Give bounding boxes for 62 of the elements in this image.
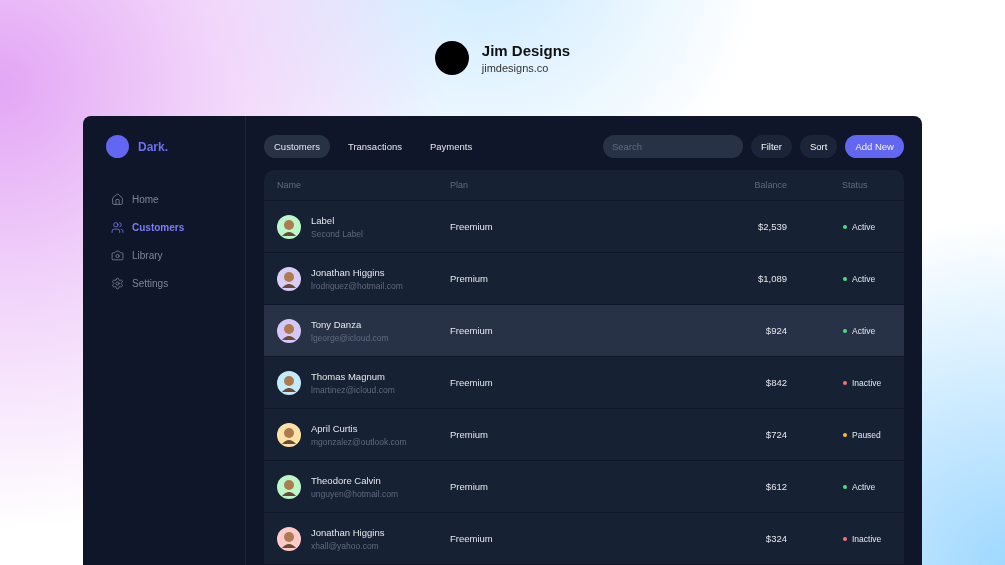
- toolbar-button[interactable]: Sort: [800, 135, 838, 158]
- tab[interactable]: Customers: [264, 135, 330, 158]
- add-button[interactable]: Add New: [845, 135, 904, 158]
- plan-cell: Freemium: [450, 221, 493, 232]
- sidebar-item[interactable]: Settings: [106, 269, 245, 297]
- column-header: Plan: [450, 180, 468, 190]
- balance-cell: $924: [765, 325, 787, 336]
- customer-email: mgonzalez@outlook.com: [311, 436, 407, 447]
- customer-name: Thomas Magnum: [311, 370, 386, 382]
- balance-cell: $842: [765, 377, 787, 388]
- customer-name: Jonathan Higgins: [311, 266, 386, 278]
- toolbar-button[interactable]: Filter: [750, 135, 792, 158]
- plan-cell: Freemium: [450, 325, 493, 336]
- plan-cell: Premium: [450, 273, 488, 284]
- balance-cell: $2,539: [757, 221, 787, 232]
- customer-name: Tony Danza: [311, 318, 363, 330]
- customer-name: Theodore Calvin: [311, 474, 382, 486]
- balance-cell: $612: [765, 481, 787, 492]
- plan-cell: Freemium: [450, 377, 493, 388]
- plan-cell: Premium: [450, 429, 488, 440]
- status-text: Inactive: [852, 377, 882, 388]
- sidebar-item[interactable]: Home: [106, 185, 245, 213]
- house-icon: [111, 192, 124, 206]
- table-row[interactable]: April Curtis mgonzalez@outlook.com Premium $724 Paused: [264, 409, 904, 461]
- status-text: Active: [852, 221, 876, 232]
- status-text: Inactive: [852, 533, 882, 544]
- column-header: Name: [277, 180, 301, 190]
- customer-email: lrodriguez@hotmail.com: [311, 280, 403, 291]
- balance-cell: $724: [765, 429, 787, 440]
- customer-email: xhall@yahoo.com: [311, 540, 380, 551]
- brand-name: Dark.: [138, 139, 169, 154]
- balance-cell: $324: [765, 533, 787, 544]
- customer-name: Jonathan Higgins: [311, 526, 385, 538]
- status-text: Paused: [852, 429, 881, 440]
- sidebar-item[interactable]: Customers: [106, 213, 245, 241]
- plan-cell: Premium: [450, 481, 488, 492]
- plan-cell: Freemium: [450, 533, 493, 544]
- balance-cell: $1,089: [757, 273, 787, 284]
- profile-avatar: [434, 41, 469, 75]
- profile-site: jimdesigns.co: [481, 62, 550, 74]
- table-row[interactable]: Theodore Calvin unguyen@hotmail.com Premium $612 Active: [264, 461, 904, 513]
- profile-name: Jim Designs: [481, 42, 571, 59]
- customer-email: unguyen@hotmail.com: [311, 488, 399, 499]
- tab[interactable]: Transactions: [337, 135, 412, 158]
- status-text: Active: [852, 481, 876, 492]
- customer-email: lmartinez@icloud.com: [311, 384, 395, 395]
- table-row[interactable]: Label Second Label Freemium $2,539 Active: [264, 201, 904, 253]
- tab[interactable]: Payments: [419, 135, 483, 158]
- people-icon: [111, 220, 124, 234]
- logo-icon: [106, 135, 129, 158]
- customer-email: Second Label: [311, 228, 363, 239]
- customer-name: Label: [311, 214, 336, 226]
- sidebar-item[interactable]: Library: [106, 241, 245, 269]
- table-row[interactable]: Jonathan Higgins xhall@yahoo.com Freemium $324 Inactive: [264, 513, 904, 565]
- table-row[interactable]: Thomas Magnum lmartinez@icloud.com Freemium $842 Inactive: [264, 357, 904, 409]
- column-header: Status: [841, 180, 868, 190]
- status-text: Active: [852, 325, 876, 336]
- camera-icon: [111, 248, 124, 262]
- status-text: Active: [852, 273, 876, 284]
- column-header: Balance: [754, 180, 787, 190]
- customer-name: April Curtis: [311, 422, 359, 434]
- settings-icon: [111, 276, 124, 290]
